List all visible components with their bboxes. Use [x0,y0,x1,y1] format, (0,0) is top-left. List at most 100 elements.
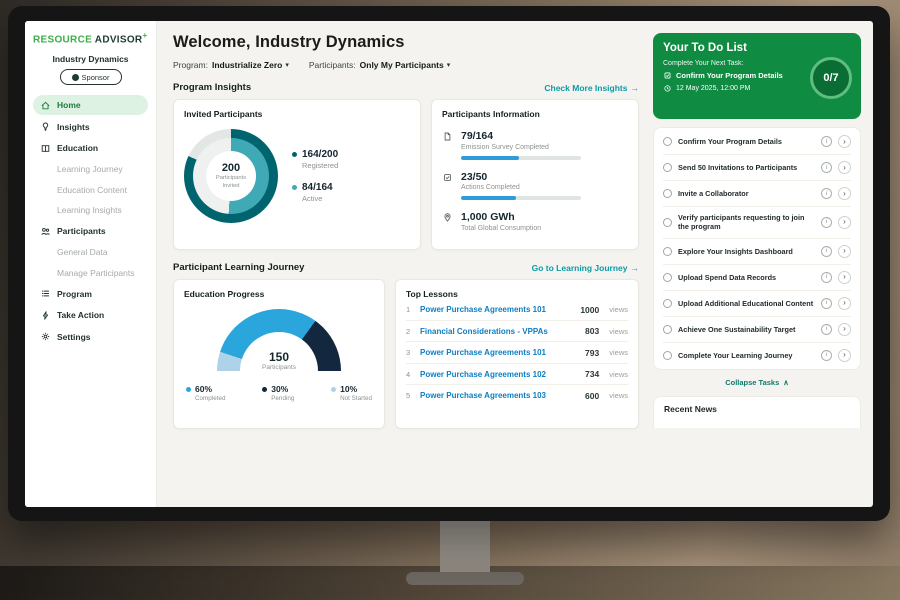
list-icon [40,288,51,299]
task-row-explore-insights[interactable]: Explore Your Insights Dashboard i › [663,239,851,265]
lesson-views-unit: views [609,348,628,357]
legend-dot [186,387,191,392]
recent-news-card[interactable]: Recent News [653,396,861,428]
sidebar-item-label: Program [57,289,92,299]
task-row-achieve-target[interactable]: Achieve One Sustainability Target i › [663,317,851,343]
lesson-link[interactable]: Power Purchase Agreements 103 [420,391,578,400]
legend-label: Pending [271,395,294,402]
legend-value: 60% [195,384,225,394]
chevron-right-icon[interactable]: › [838,323,851,336]
metric-label: Emission Survey Completed [461,144,581,151]
lesson-row: 1 Power Purchase Agreements 101 1000 vie… [406,299,628,321]
participants-filter[interactable]: Participants: Only My Participants ▾ [309,60,450,70]
sidebar-item-label: Manage Participants [57,268,135,278]
task-row-upload-spend-data[interactable]: Upload Spend Data Records i › [663,265,851,291]
task-row-complete-learning-journey[interactable]: Complete Your Learning Journey i › [663,343,851,368]
sidebar-item-insights[interactable]: Insights [33,117,148,137]
legend-dot [292,185,297,190]
sidebar-item-learning-journey[interactable]: Learning Journey [33,160,148,179]
task-row-verify-participants[interactable]: Verify participants requesting to join t… [663,207,851,239]
go-to-learning-journey-link[interactable]: Go to Learning Journey → [532,263,639,273]
sidebar-item-take-action[interactable]: Take Action [33,305,148,325]
lesson-link[interactable]: Power Purchase Agreements 102 [420,370,578,379]
info-icon[interactable]: i [821,350,832,361]
task-row-confirm-program[interactable]: Confirm Your Program Details i › [663,129,851,155]
info-icon[interactable]: i [821,217,832,228]
task-checkbox[interactable] [663,218,672,227]
monitor-bezel: RESOURCE ADVISOR+ Industry Dynamics Spon… [8,6,890,521]
chevron-right-icon[interactable]: › [838,271,851,284]
link-label: Check More Insights [544,83,627,93]
task-row-invite-collaborator[interactable]: Invite a Collaborator i › [663,181,851,207]
pinfo-row-consumption: 1,000 GWh Total Global Consumption [442,211,628,232]
info-icon[interactable]: i [821,324,832,335]
sidebar-item-learning-insights[interactable]: Learning Insights [33,201,148,220]
program-filter[interactable]: Program: Industrialize Zero ▾ [173,60,289,70]
lesson-views: 803 [585,326,599,336]
sidebar-item-participants[interactable]: Participants [33,221,148,241]
task-row-send-invitations[interactable]: Send 50 Invitations to Participants i › [663,155,851,181]
check-more-insights-link[interactable]: Check More Insights → [544,83,639,93]
sidebar-item-general-data[interactable]: General Data [33,243,148,262]
chevron-right-icon[interactable]: › [838,245,851,258]
app-window: RESOURCE ADVISOR+ Industry Dynamics Spon… [25,21,873,507]
info-icon[interactable]: i [821,298,832,309]
task-checkbox[interactable] [663,273,672,282]
task-checkbox[interactable] [663,163,672,172]
lesson-link[interactable]: Power Purchase Agreements 101 [420,305,573,314]
book-icon [40,143,51,154]
chevron-right-icon[interactable]: › [838,349,851,362]
task-label: Invite a Collaborator [678,189,815,198]
chevron-down-icon: ▾ [447,61,451,69]
task-label: Achieve One Sustainability Target [678,325,815,334]
lesson-link[interactable]: Power Purchase Agreements 101 [420,348,578,357]
info-icon[interactable]: i [821,272,832,283]
task-row-upload-educational-content[interactable]: Upload Additional Educational Content i … [663,291,851,317]
info-icon[interactable]: i [821,162,832,173]
sidebar-item-settings[interactable]: Settings [33,327,148,347]
sidebar-item-manage-participants[interactable]: Manage Participants [33,263,148,282]
sponsor-badge[interactable]: Sponsor [60,69,122,85]
program-filter-value: Industrialize Zero [212,60,282,70]
info-icon[interactable]: i [821,188,832,199]
lesson-link[interactable]: Financial Considerations - VPPAs [420,327,578,336]
chevron-right-icon[interactable]: › [838,187,851,200]
brand-logo: RESOURCE ADVISOR+ [33,31,148,45]
collapse-tasks-link[interactable]: Collapse Tasks ∧ [653,378,861,387]
brand-plus: + [142,31,147,40]
chevron-right-icon[interactable]: › [838,297,851,310]
task-checkbox[interactable] [663,351,672,360]
task-checkbox[interactable] [663,137,672,146]
info-icon[interactable]: i [821,246,832,257]
legend-label: Registered [302,161,338,170]
sidebar-item-education[interactable]: Education [33,138,148,158]
arrow-right-icon: → [631,263,640,273]
task-checkbox[interactable] [663,189,672,198]
lesson-row: 2 Financial Considerations - VPPAs 803 v… [406,321,628,343]
lesson-views: 600 [585,391,599,401]
chevron-right-icon[interactable]: › [838,161,851,174]
chevron-right-icon[interactable]: › [838,216,851,229]
info-icon[interactable]: i [821,136,832,147]
sidebar-item-label: Learning Insights [57,205,122,215]
task-label: Confirm Your Program Details [678,137,815,146]
participants-filter-value: Only My Participants [360,60,444,70]
lesson-row: 3 Power Purchase Agreements 101 793 view… [406,342,628,364]
sidebar-item-home[interactable]: Home [33,95,148,115]
sidebar-item-education-content[interactable]: Education Content [33,180,148,199]
card-title: Participants Information [442,109,628,119]
lesson-views: 1000 [580,305,599,315]
metric-value: 23/50 [461,171,581,183]
legend-dot [292,152,297,157]
arrow-right-icon: → [631,83,640,93]
sidebar-item-program[interactable]: Program [33,284,148,304]
page-title: Welcome, Industry Dynamics [173,33,639,52]
recent-news-title: Recent News [664,404,717,414]
task-checkbox[interactable] [663,299,672,308]
chevron-right-icon[interactable]: › [838,135,851,148]
task-checkbox[interactable] [663,325,672,334]
lesson-rank: 4 [406,370,413,379]
task-checkbox[interactable] [663,247,672,256]
legend-item-pending: 30% Pending [262,384,294,402]
card-title: Invited Participants [184,109,410,119]
